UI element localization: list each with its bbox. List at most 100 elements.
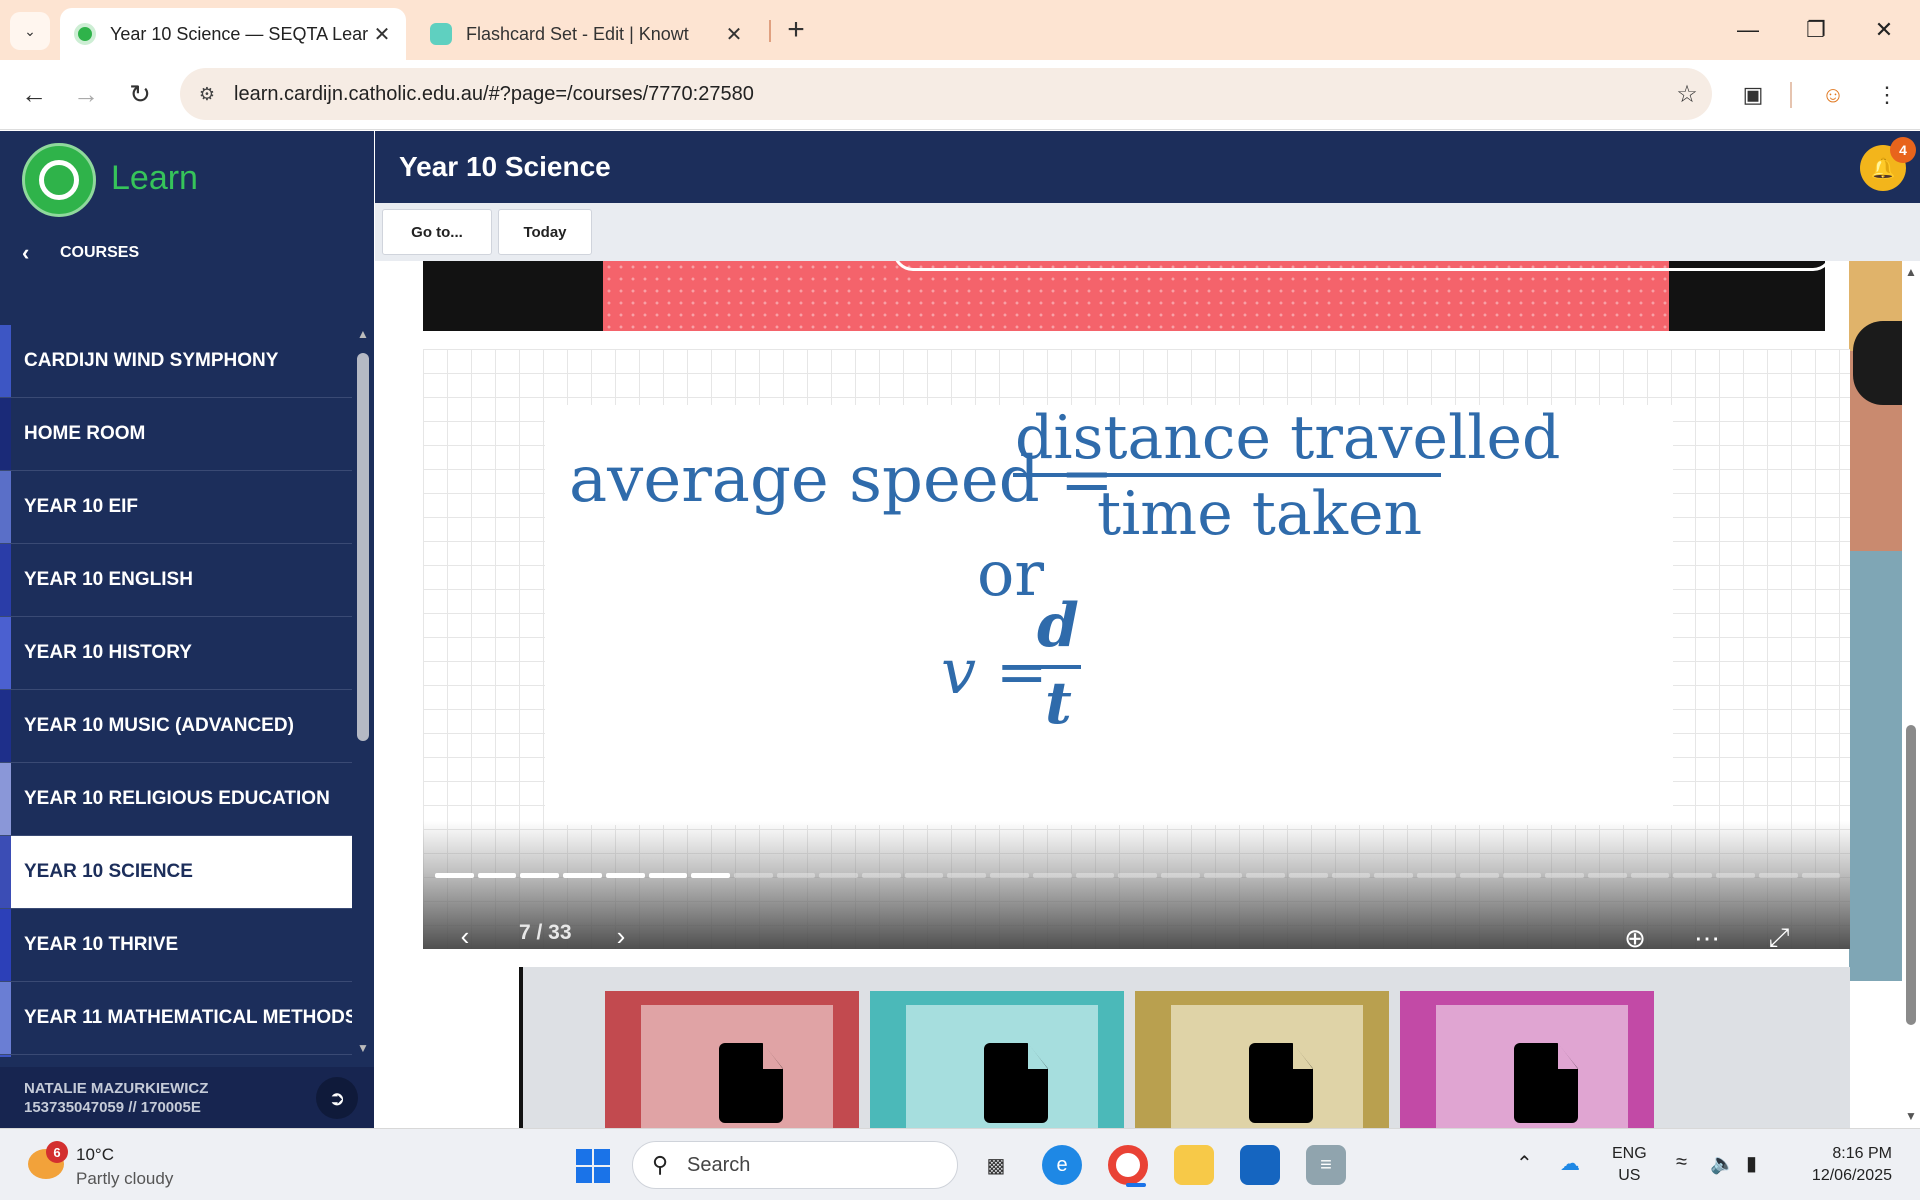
site-info-icon[interactable]: ⚙	[180, 84, 234, 105]
wifi-icon[interactable]: ≈	[1676, 1151, 1687, 1174]
minimize-icon[interactable]: —	[1726, 10, 1770, 50]
sidebar-course-item[interactable]: YEAR 10 THRIVE	[0, 909, 352, 982]
forward-arrow-icon[interactable]: →	[66, 74, 106, 114]
progress-segment[interactable]	[691, 873, 730, 878]
progress-segment[interactable]	[1374, 873, 1414, 878]
reload-icon[interactable]: ↻	[120, 74, 160, 114]
progress-segment[interactable]	[862, 873, 901, 878]
file-tile[interactable]	[605, 991, 859, 1128]
file-explorer-icon[interactable]	[1174, 1145, 1214, 1185]
progress-segment[interactable]	[563, 873, 602, 878]
sidebar-course-item[interactable]: YEAR 10 SCIENCE	[0, 836, 352, 909]
progress-segment[interactable]	[904, 873, 944, 878]
profile-avatar-icon[interactable]: ☺	[1816, 78, 1850, 112]
progress-segment[interactable]	[1587, 873, 1627, 878]
close-tab-icon[interactable]: ✕	[720, 20, 748, 48]
courses-back-header[interactable]: ‹ COURSES	[0, 227, 374, 279]
progress-segment[interactable]	[1459, 873, 1499, 878]
file-tile[interactable]	[1400, 991, 1654, 1128]
progress-segment[interactable]	[520, 873, 560, 878]
windows-start-icon[interactable]	[576, 1149, 610, 1183]
goto-button[interactable]: Go to...	[382, 209, 492, 255]
more-options-icon[interactable]: ⋯	[1685, 916, 1729, 960]
progress-segment[interactable]	[1417, 873, 1456, 878]
progress-segment[interactable]	[1289, 873, 1328, 878]
show-hidden-icons-chevron-icon[interactable]: ⌃	[1516, 1151, 1533, 1176]
main-scroll-thumb[interactable]	[1906, 725, 1916, 1025]
progress-segment[interactable]	[1716, 873, 1755, 878]
weather-widget[interactable]: 6 10°C Partly cloudy	[22, 1139, 222, 1191]
sidebar-course-item[interactable]: YEAR 10 RELIGIOUS EDUCATION	[0, 763, 352, 836]
file-tile[interactable]	[870, 991, 1124, 1128]
progress-segment[interactable]	[1032, 873, 1072, 878]
restore-window-icon[interactable]: ❐	[1794, 10, 1838, 50]
scroll-up-arrow-icon[interactable]: ▲	[357, 327, 369, 341]
today-button[interactable]: Today	[498, 209, 592, 255]
tab-knowt-flashcards[interactable]: Flashcard Set - Edit | Knowt ✕	[418, 8, 758, 60]
progress-segment[interactable]	[1673, 873, 1713, 878]
progress-segment[interactable]	[1075, 873, 1115, 878]
progress-segment[interactable]	[648, 873, 688, 878]
progress-segment[interactable]	[1801, 873, 1841, 878]
taskbar-search[interactable]: ⚲ Search	[632, 1141, 958, 1189]
tab-search-chevron-icon[interactable]: ⌄	[10, 12, 50, 50]
progress-segment[interactable]	[1118, 873, 1157, 878]
progress-segment[interactable]	[1331, 873, 1371, 878]
bookmark-star-icon[interactable]: ☆	[1662, 80, 1712, 109]
progress-segment[interactable]	[1203, 873, 1243, 878]
progress-segment[interactable]	[1160, 873, 1200, 878]
onedrive-cloud-icon[interactable]: ☁	[1560, 1151, 1580, 1176]
back-arrow-icon[interactable]: ←	[14, 74, 54, 114]
sidebar-course-item[interactable]: YEAR 10 MUSIC (ADVANCED)	[0, 690, 352, 763]
seqta-logo[interactable]	[22, 143, 96, 217]
progress-segment[interactable]	[1758, 873, 1798, 878]
file-tile[interactable]	[1135, 991, 1389, 1128]
close-window-icon[interactable]: ✕	[1862, 10, 1906, 50]
new-tab-plus-icon[interactable]: +	[778, 12, 814, 48]
scroll-down-arrow-icon[interactable]: ▼	[1905, 1109, 1917, 1123]
progress-segment[interactable]	[477, 873, 517, 878]
progress-segment[interactable]	[1630, 873, 1670, 878]
progress-segment[interactable]	[1502, 873, 1542, 878]
progress-segment[interactable]	[605, 873, 645, 878]
scroll-down-arrow-icon[interactable]: ▼	[357, 1041, 369, 1055]
close-tab-icon[interactable]: ✕	[368, 20, 396, 48]
progress-segment[interactable]	[435, 873, 474, 878]
browser-menu-kebab-icon[interactable]: ⋮	[1870, 78, 1904, 112]
volume-muted-icon[interactable]: 🔈	[1710, 1151, 1735, 1176]
next-slide-chevron-icon[interactable]: ›	[601, 916, 641, 956]
sidebar-course-item[interactable]	[0, 1055, 352, 1057]
progress-segment[interactable]	[1246, 873, 1286, 878]
url-text[interactable]: learn.cardijn.catholic.edu.au/#?page=/co…	[234, 83, 1662, 106]
sidebar-course-item[interactable]: YEAR 10 HISTORY	[0, 617, 352, 690]
chrome-browser-icon[interactable]	[1108, 1145, 1148, 1187]
sidebar-course-item[interactable]: HOME ROOM	[0, 398, 352, 471]
edge-browser-icon[interactable]: e	[1042, 1145, 1082, 1185]
address-bar[interactable]: ⚙ learn.cardijn.catholic.edu.au/#?page=/…	[180, 68, 1712, 120]
progress-segment[interactable]	[733, 873, 773, 878]
extensions-puzzle-icon[interactable]: ▣	[1736, 78, 1770, 112]
zoom-in-icon[interactable]: ⊕	[1613, 916, 1657, 960]
progress-segment[interactable]	[819, 873, 859, 878]
previous-slide-chevron-icon[interactable]: ‹	[445, 916, 485, 956]
language-indicator[interactable]: ENG US	[1612, 1143, 1647, 1187]
sidebar-course-item[interactable]: YEAR 10 ENGLISH	[0, 544, 352, 617]
progress-segment[interactable]	[776, 873, 816, 878]
tab-seqta-learn[interactable]: Year 10 Science — SEQTA Learn ✕	[60, 8, 406, 60]
sidebar-scroll-thumb[interactable]	[357, 353, 369, 741]
taskbar-clock[interactable]: 8:16 PM 12/06/2025	[1790, 1143, 1892, 1187]
progress-segment[interactable]	[947, 873, 987, 878]
scroll-up-arrow-icon[interactable]: ▲	[1905, 265, 1917, 279]
progress-segment[interactable]	[1545, 873, 1584, 878]
sidebar-course-item[interactable]: YEAR 11 MATHEMATICAL METHODS	[0, 982, 352, 1055]
progress-segment[interactable]	[990, 873, 1029, 878]
task-view-icon[interactable]: ▩	[976, 1145, 1016, 1185]
fullscreen-expand-icon[interactable]: ⤢	[1757, 916, 1801, 960]
sidebar-scrollbar[interactable]: ▲ ▼	[352, 325, 374, 1057]
battery-icon[interactable]: ▮	[1746, 1151, 1757, 1176]
calculator-icon[interactable]: ≡	[1306, 1145, 1346, 1185]
main-scrollbar[interactable]: ▲ ▼	[1902, 261, 1920, 1128]
sidebar-course-item[interactable]: YEAR 10 EIF	[0, 471, 352, 544]
microsoft-store-icon[interactable]	[1240, 1145, 1280, 1185]
sidebar-course-item[interactable]: CARDIJN WIND SYMPHONY	[0, 325, 352, 398]
